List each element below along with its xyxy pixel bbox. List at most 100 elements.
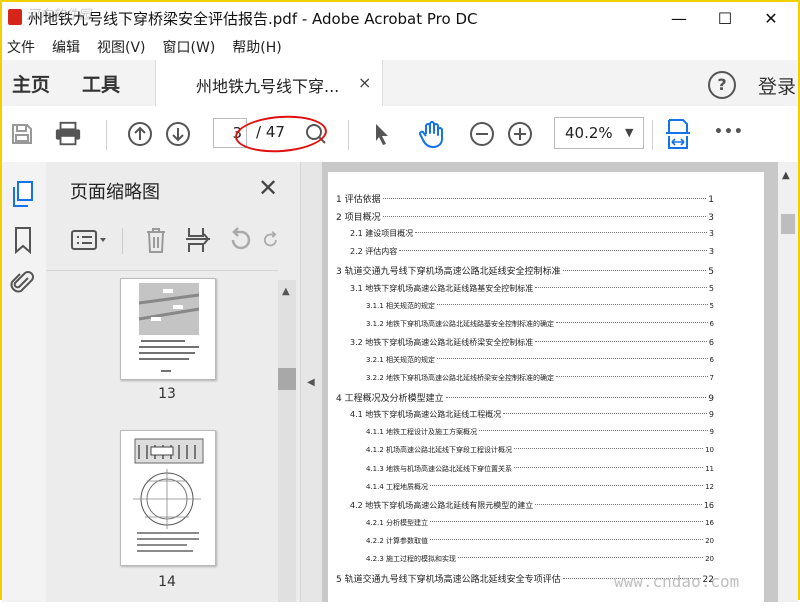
previous-page-icon[interactable] bbox=[126, 120, 154, 148]
collapse-panel-icon[interactable]: ◀ bbox=[307, 377, 315, 388]
home-tab[interactable]: 主页 bbox=[12, 70, 50, 97]
toc-entry-title: 5 轨道交通九号线下穿机场高速公路北延线安全专项评估 bbox=[336, 575, 561, 586]
toc-entry[interactable]: 4.1.2 机场高速公路北延线下穿段工程设计概况 10 bbox=[366, 445, 714, 455]
navigation-rail bbox=[2, 162, 47, 602]
toc-entry-title: 3 轨道交通九号线下穿机场高速公路北延线安全控制标准 bbox=[336, 267, 561, 278]
toc-entry[interactable]: 4.2.1 分析模型建立 16 bbox=[366, 518, 714, 528]
select-cursor-icon[interactable] bbox=[368, 120, 396, 148]
thumbnail-image bbox=[133, 438, 204, 552]
zoom-dropdown[interactable]: 40.2% ▼ bbox=[554, 117, 644, 149]
toc-leader-dots bbox=[535, 503, 702, 505]
toc-entry[interactable]: 4 工程概况及分析模型建立 9 bbox=[336, 391, 714, 404]
toc-leader-dots bbox=[514, 466, 704, 468]
toc-entry-page: 3 bbox=[708, 229, 714, 239]
toc-entry[interactable]: 4.1.3 地铁与机场高速公路北延线下穿位置关系 11 bbox=[366, 464, 714, 474]
toc-entry[interactable]: 4.2.3 施工过程的模拟和实现 20 bbox=[366, 554, 714, 564]
toc-leader-dots bbox=[382, 216, 707, 218]
toc-entry-page: 6 bbox=[709, 355, 714, 364]
toc-entry-page: 9 bbox=[709, 428, 714, 437]
menu-edit[interactable]: 编辑 bbox=[47, 37, 86, 57]
page-thumbnails-icon[interactable] bbox=[11, 180, 35, 212]
zoom-value: 40.2% bbox=[565, 124, 613, 142]
toc-leader-dots bbox=[382, 198, 707, 199]
zoom-in-icon[interactable] bbox=[506, 120, 534, 148]
rotate-left-icon[interactable] bbox=[226, 226, 254, 254]
menu-window[interactable]: 窗口(W) bbox=[158, 37, 222, 57]
zoom-out-icon[interactable] bbox=[468, 120, 496, 148]
toc-leader-dots bbox=[458, 557, 704, 558]
toc-entry[interactable]: 2 项目概况 3 bbox=[336, 210, 714, 223]
close-panel-button[interactable]: ✕ bbox=[258, 174, 278, 202]
toc-entry[interactable]: 2.1 建设项目概况 3 bbox=[350, 228, 714, 239]
insert-page-icon[interactable] bbox=[184, 226, 212, 254]
toc-entry[interactable]: 4.1.1 地铁工程设计及施工方案概况 9 bbox=[366, 427, 714, 437]
toc-entry[interactable]: 2.2 评估内容 3 bbox=[350, 246, 714, 257]
toc-entry[interactable]: 1 评估依据 1 bbox=[336, 192, 714, 205]
toc-entry[interactable]: 3.1.1 相关规范的规定 5 bbox=[366, 301, 714, 311]
toc-entry[interactable]: 3.1 地铁下穿机场高速公路北延线路基安全控制标准 5 bbox=[350, 283, 714, 294]
hand-tool-icon[interactable] bbox=[418, 120, 446, 148]
attachment-icon[interactable] bbox=[10, 268, 34, 300]
menu-file[interactable]: 文件 bbox=[2, 37, 41, 57]
save-icon[interactable] bbox=[8, 120, 36, 148]
toc-entry[interactable]: 3 轨道交通九号线下穿机场高速公路北延线安全控制标准 5 bbox=[336, 264, 714, 277]
toc-leader-dots bbox=[437, 303, 708, 305]
toc-leader-dots bbox=[399, 250, 707, 252]
toc-entry-page: 16 bbox=[703, 500, 714, 510]
minimize-button[interactable]: — bbox=[656, 2, 702, 34]
toc-entry-page: 9 bbox=[708, 394, 714, 405]
more-tools-icon[interactable]: ••• bbox=[714, 124, 744, 140]
page-thumbnail[interactable] bbox=[120, 278, 216, 380]
toc-entry[interactable]: 4.2.2 计算参数取值 20 bbox=[366, 536, 714, 546]
page-thumbnail[interactable] bbox=[120, 430, 216, 566]
toc-entry-page: 1 bbox=[708, 195, 714, 205]
tools-tab[interactable]: 工具 bbox=[82, 70, 120, 97]
menu-help[interactable]: 帮助(H) bbox=[227, 37, 287, 57]
toc-leader-dots bbox=[430, 538, 704, 540]
login-button[interactable]: 登录 bbox=[758, 72, 796, 99]
toc-leader-dots bbox=[415, 232, 707, 234]
menu-bar: 文件 编辑 视图(V) 窗口(W) 帮助(H) bbox=[2, 34, 798, 60]
fit-width-icon[interactable] bbox=[664, 119, 692, 149]
thumbnail-scrollbar[interactable]: ▲ bbox=[278, 280, 296, 602]
next-page-icon[interactable] bbox=[164, 120, 192, 148]
toolbar-divider bbox=[106, 120, 107, 150]
rotate-right-icon[interactable] bbox=[262, 226, 280, 254]
toc-entry-page: 12 bbox=[705, 482, 714, 491]
document-tab[interactable]: 州地铁九号线下穿... × bbox=[155, 60, 383, 106]
toc-entry-title: 3.1.1 相关规范的规定 bbox=[366, 301, 436, 310]
toc-entry[interactable]: 3.2 地铁下穿机场高速公路北延线桥梁安全控制标准 6 bbox=[350, 337, 714, 348]
panel-splitter[interactable]: ◀ bbox=[300, 162, 324, 602]
toc-entry-page: 3 bbox=[708, 247, 714, 257]
document-scroll-thumb[interactable] bbox=[781, 214, 795, 234]
panel-divider bbox=[46, 270, 278, 271]
toc-entry[interactable]: 4.1 地铁下穿机场高速公路北延线工程概况 9 bbox=[350, 409, 714, 420]
scroll-up-icon[interactable]: ▲ bbox=[782, 170, 790, 181]
thumbnail-options-icon[interactable] bbox=[70, 226, 108, 254]
thumbnail-page-number: 14 bbox=[158, 574, 176, 590]
document-scrollbar[interactable]: ▲ bbox=[778, 162, 798, 602]
document-viewport: 1 评估依据 1 2 项目概况 3 2.1 建设项目概况 3 2.2 评估内容 3 3 轨道交通… bbox=[322, 162, 778, 612]
toc-entry[interactable]: 3.1.2 地铁下穿机场高速公路北延线路基安全控制标准的确定 6 bbox=[366, 319, 714, 329]
bookmark-icon[interactable] bbox=[14, 226, 32, 258]
toc-entry[interactable]: 4.1.4 工程地质概况 12 bbox=[366, 482, 714, 492]
toc-entry-title: 4.1.4 工程地质概况 bbox=[366, 482, 429, 491]
thumbnail-scroll-thumb[interactable] bbox=[278, 368, 296, 390]
toc-entry[interactable]: 3.2.2 地铁下穿机场高速公路北延线桥梁安全控制标准的确定 7 bbox=[366, 373, 714, 383]
menu-view[interactable]: 视图(V) bbox=[92, 37, 152, 57]
print-icon[interactable] bbox=[54, 120, 82, 148]
toc-entry[interactable]: 3.2.1 相关规范的规定 6 bbox=[366, 355, 714, 365]
toc-entry-title: 4.2.1 分析模型建立 bbox=[366, 518, 429, 527]
toc-leader-dots bbox=[437, 357, 708, 359]
help-icon[interactable]: ? bbox=[708, 71, 736, 99]
toc-entry-title: 4.1.2 机场高速公路北延线下穿段工程设计概况 bbox=[366, 446, 513, 455]
thumbnail-page-number: 13 bbox=[158, 386, 176, 402]
close-tab-button[interactable]: × bbox=[358, 73, 371, 92]
toc-entry-page: 3 bbox=[708, 213, 714, 224]
delete-icon[interactable] bbox=[142, 226, 170, 254]
close-window-button[interactable]: ✕ bbox=[748, 2, 794, 34]
document-page: 1 评估依据 1 2 项目概况 3 2.1 建设项目概况 3 2.2 评估内容 3 3 轨道交通… bbox=[328, 172, 764, 612]
toc-entry[interactable]: 4.2 地铁下穿机场高速公路北延线有限元模型的建立 16 bbox=[350, 500, 714, 511]
scroll-up-icon[interactable]: ▲ bbox=[282, 286, 290, 297]
maximize-button[interactable]: ☐ bbox=[702, 2, 748, 34]
